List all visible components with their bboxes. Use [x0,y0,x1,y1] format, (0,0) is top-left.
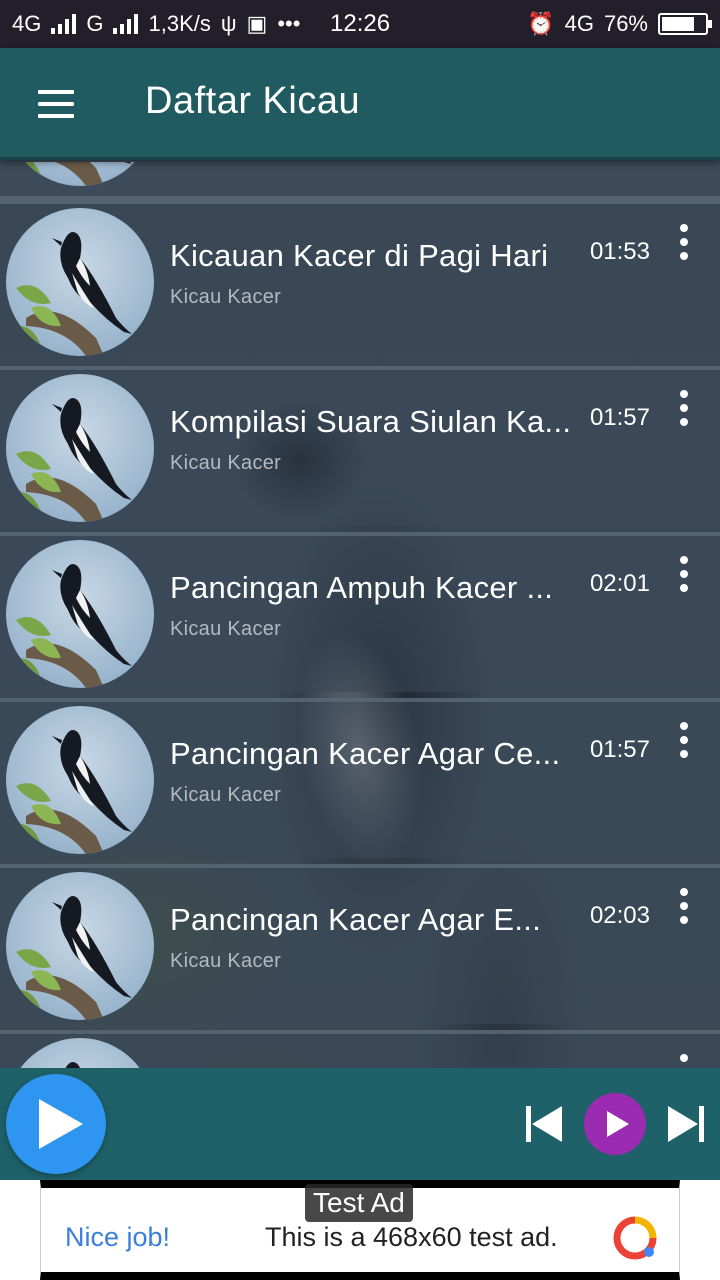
skip-next-icon [668,1106,698,1142]
skip-previous-button[interactable] [524,1104,564,1144]
track-duration: 01:57 [589,736,650,763]
track-thumbnail [6,208,154,356]
track-title: Pancingan Kacer Agar Ce... [170,736,561,771]
track-artist: Kicau Kacer [170,950,282,972]
notification-icon: ▣ [246,11,268,36]
more-vert-icon[interactable] [674,556,694,592]
track-artist: Kicau Kacer [170,618,282,640]
track-list-item[interactable]: Kicauan Kacer di Pagi Hari Kicau Kacer 01:… [0,200,720,360]
network-speed: 1,3K/s [148,11,211,36]
track-duration: 01:53 [589,238,650,265]
ad-body: This is a 468x60 test ad. [265,1222,558,1252]
play-fab-button[interactable] [6,1074,106,1174]
status-time: 12:26 [330,10,391,37]
track-thumbnail [6,872,154,1020]
ad-headline: Nice job! [65,1222,171,1252]
battery-percent: 76% [603,11,648,36]
signal-icon [51,14,77,34]
skip-previous-icon [532,1106,562,1142]
alarm-icon: ⏰ [527,11,555,36]
track-title: Kompilasi Suara Siulan Ka... [170,404,572,439]
track-title: Pancingan Ampuh Kacer ... [170,570,554,605]
test-ad-tag: Test Ad [305,1184,413,1222]
track-thumbnail [6,374,154,522]
track-title: Kicauan Kacer di Pagi Hari [170,238,549,273]
track-thumbnail [6,540,154,688]
track-list-item[interactable]: Pancingan Ampuh Kacer ... Kicau Kacer 02:0… [0,532,720,692]
list-item-partial[interactable] [0,1030,720,1068]
list-item-partial[interactable] [0,162,720,200]
hamburger-menu-icon[interactable] [38,90,74,118]
track-artist: Kicau Kacer [170,286,282,308]
play-icon [607,1111,629,1137]
track-thumbnail [6,162,154,186]
more-vert-icon[interactable] [674,1054,694,1068]
more-notifications: ••• [277,11,301,36]
app-bar: Daftar Kicau [0,48,720,160]
play-button[interactable] [584,1093,646,1155]
network-type-1: 4G [12,11,42,36]
more-vert-icon[interactable] [674,390,694,426]
track-list[interactable]: Kicauan Kacer di Pagi Hari Kicau Kacer 01:… [0,162,720,1068]
signal-icon-2 [113,14,139,34]
more-vert-icon[interactable] [674,224,694,260]
track-duration: 02:03 [589,902,650,929]
more-vert-icon[interactable] [674,888,694,924]
battery-icon [658,13,712,35]
page-title: Daftar Kicau [145,80,361,122]
skip-next-button[interactable] [666,1104,706,1144]
ad-banner[interactable]: Nice job! This is a 468x60 test ad. Test… [40,1180,680,1280]
play-icon [39,1099,83,1149]
usb-icon: ψ [220,11,237,36]
track-duration: 02:01 [589,570,650,597]
ad-logo-icon [613,1216,657,1260]
track-list-item[interactable]: Pancingan Kacer Agar Ce... Kicau Kacer 01:… [0,698,720,858]
status-left: 4G G 1,3K/s ψ ▣ ••• [12,11,300,37]
track-list-item[interactable]: Kompilasi Suara Siulan Ka... Kicau Kacer 0… [0,366,720,526]
status-right: ⏰ 4G 76% [527,11,712,37]
player-bar [0,1068,720,1180]
network-type-2: G [86,11,104,36]
track-duration: 01:57 [589,404,650,431]
ad-area: Nice job! This is a 468x60 test ad. Test… [0,1180,720,1280]
track-list-item[interactable]: Pancingan Kacer Agar E... Kicau Kacer 02:0… [0,864,720,1024]
track-thumbnail [6,706,154,854]
track-artist: Kicau Kacer [170,452,282,474]
track-thumbnail [6,1038,154,1068]
track-artist: Kicau Kacer [170,784,282,806]
track-title: Pancingan Kacer Agar E... [170,902,542,937]
battery-fill [662,17,694,31]
network-type-3: 4G [564,11,594,36]
more-vert-icon[interactable] [674,722,694,758]
status-bar: 4G G 1,3K/s ψ ▣ ••• 12:26 ⏰ 4G 76% [0,0,720,48]
